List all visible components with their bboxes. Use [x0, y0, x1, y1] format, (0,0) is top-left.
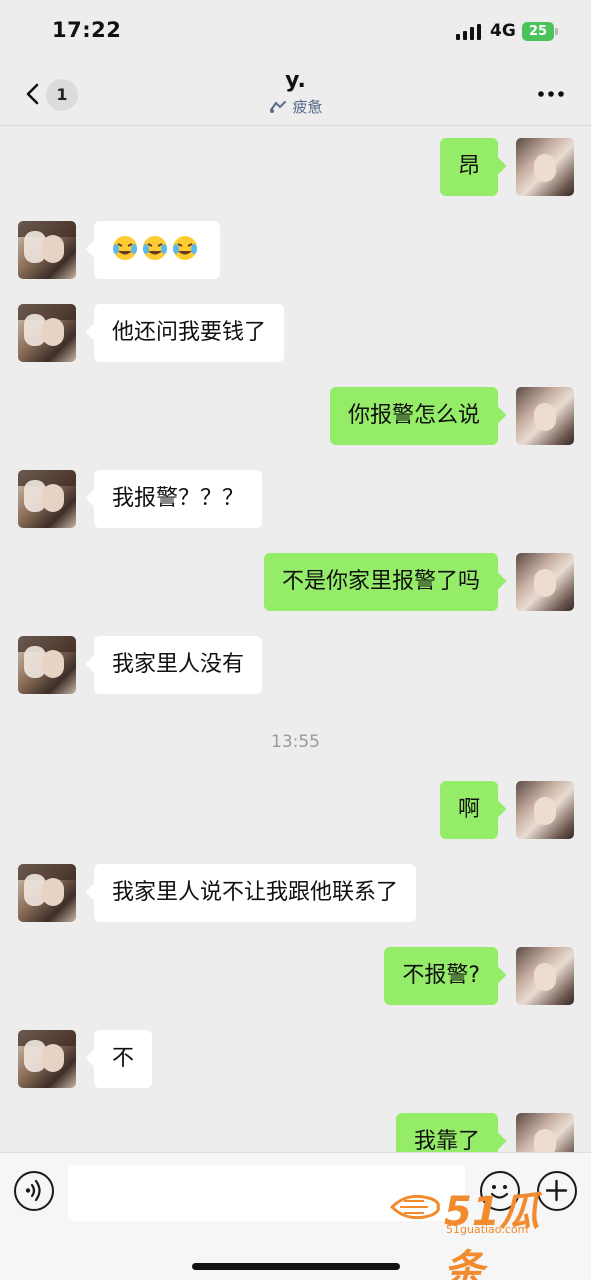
message-row: 不是你家里报警了吗 [0, 553, 591, 613]
message-row: 我靠了 [0, 1113, 591, 1152]
message-input[interactable] [68, 1165, 465, 1221]
avatar[interactable] [18, 636, 76, 694]
message-row [0, 221, 591, 281]
message-list[interactable]: 昂 他还问我要钱了 你报警怎么说 我报警？？？ 不是你家里报警了吗 我家里人没有… [0, 126, 591, 1152]
laugh-cry-emoji-icon [173, 236, 197, 260]
avatar[interactable] [516, 553, 574, 611]
message-row: 昂 [0, 138, 591, 198]
message-bubble[interactable]: 昂 [439, 138, 498, 196]
input-bar: 51瓜条 51guatiao.com [0, 1152, 591, 1280]
laugh-cry-emoji-icon [113, 236, 137, 260]
battery-level: 25 [522, 22, 554, 41]
voice-icon [25, 1179, 41, 1202]
message-bubble[interactable]: 我家里人说不让我跟他联系了 [94, 864, 417, 922]
message-row: 我家里人没有 [0, 636, 591, 696]
plus-button[interactable] [537, 1171, 577, 1211]
signal-icon [456, 24, 481, 40]
network-type: 4G [490, 21, 516, 41]
emoji-icon [490, 1185, 509, 1199]
status-text: 疲惫 [292, 98, 323, 116]
avatar[interactable] [516, 138, 574, 196]
avatar[interactable] [516, 781, 574, 839]
avatar[interactable] [18, 221, 76, 279]
message-bubble[interactable] [94, 221, 220, 279]
message-timestamp: 13:55 [271, 732, 320, 752]
avatar[interactable] [18, 1030, 76, 1088]
message-bubble[interactable]: 啊 [439, 781, 498, 839]
status-time: 17:22 [52, 18, 122, 42]
home-indicator [192, 1263, 400, 1270]
message-bubble[interactable]: 我靠了 [395, 1113, 498, 1152]
wechat-chat-screen: 17:22 4G 25 1 y. 疲惫 昂 他还问我要钱了 你报警怎么说 我报警… [0, 0, 591, 1280]
message-bubble[interactable]: 我家里人没有 [94, 636, 263, 694]
plus-icon [545, 1179, 568, 1202]
tired-status-icon [270, 101, 287, 113]
emoji-button[interactable] [480, 1171, 520, 1211]
avatar[interactable] [516, 947, 574, 1005]
message-row: 啊 [0, 781, 591, 841]
status-bar: 17:22 4G 25 [0, 0, 591, 62]
message-row: 我家里人说不让我跟他联系了 [0, 864, 591, 924]
message-row: 他还问我要钱了 [0, 304, 591, 364]
laugh-cry-emoji-icon [143, 236, 167, 260]
message-bubble[interactable]: 不 [94, 1030, 153, 1088]
avatar[interactable] [516, 387, 574, 445]
message-row: 不 [0, 1030, 591, 1090]
message-row: 我报警？？？ [0, 470, 591, 530]
message-bubble[interactable]: 不是你家里报警了吗 [263, 553, 498, 611]
voice-button[interactable] [14, 1171, 54, 1211]
more-icon[interactable] [533, 82, 569, 106]
message-bubble[interactable]: 我报警？？？ [94, 470, 263, 528]
chat-title[interactable]: y. [0, 68, 591, 93]
contact-status[interactable]: 疲惫 [0, 96, 591, 117]
battery-icon: 25 [522, 22, 558, 41]
avatar[interactable] [18, 470, 76, 528]
message-bubble[interactable]: 不报警? [384, 947, 498, 1005]
message-row: 不报警? [0, 947, 591, 1007]
avatar[interactable] [18, 304, 76, 362]
message-bubble[interactable]: 你报警怎么说 [329, 387, 498, 445]
avatar[interactable] [18, 864, 76, 922]
chat-header: 1 y. 疲惫 [0, 62, 591, 126]
message-bubble[interactable]: 他还问我要钱了 [94, 304, 285, 362]
battery-tip [555, 28, 558, 35]
message-row: 你报警怎么说 [0, 387, 591, 447]
avatar[interactable] [516, 1113, 574, 1152]
watermark-domain: 51guatiao.com [446, 1223, 529, 1236]
